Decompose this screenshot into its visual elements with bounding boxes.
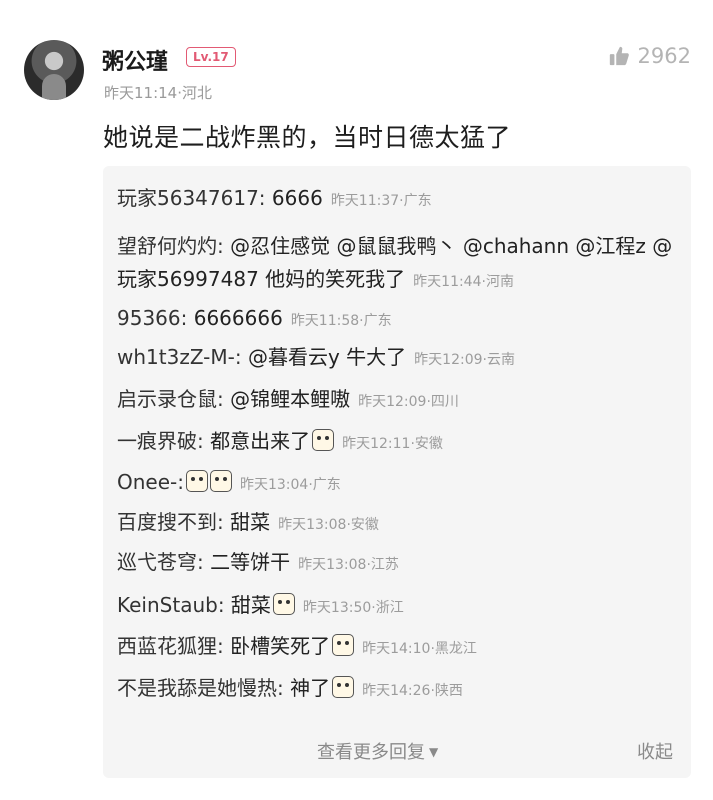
emoji-sticker-icon [332, 634, 355, 656]
reply-text: 甜菜 [223, 510, 271, 534]
reply-item[interactable]: 望舒何灼灼: @忍住感觉 @鼠鼠我鸭丶 @chahann @江程z @玩家569… [117, 230, 677, 299]
emoji-sticker-icon [312, 429, 335, 451]
reply-item[interactable]: Onee-: 昨天13:04·广东 [117, 466, 341, 502]
emoji-sticker-icon [185, 470, 208, 492]
comment-meta: 昨天11:14·河北 [104, 84, 212, 102]
reply-text: 6666666 [187, 306, 283, 330]
reply-text: @暮看云y 牛大了 [241, 345, 407, 369]
view-more-replies-button[interactable]: 查看更多回复 ▼ [317, 738, 438, 764]
reply-item[interactable]: 西蓝花狐狸: 卧槽笑死了 昨天14:10·黑龙江 [117, 630, 477, 666]
reply-author[interactable]: 95366: [117, 306, 187, 330]
reply-text: 6666 [265, 186, 323, 210]
reply-time: 昨天12:09·云南 [414, 352, 515, 368]
reply-text: 神了 [283, 676, 331, 700]
comment-text: 她说是二战炸黑的，当时日德太猛了 [103, 123, 512, 152]
level-badge: Lv.17 [186, 47, 236, 67]
reply-text: 都意出来了 [203, 429, 311, 453]
reply-author[interactable]: 不是我舔是她慢热: [117, 676, 284, 700]
reply-item[interactable]: 一痕界破: 都意出来了 昨天12:11·安徽 [117, 425, 443, 461]
reply-author[interactable]: wh1t3zZ-M-: [117, 345, 242, 369]
reply-item[interactable]: 不是我舔是她慢热: 神了 昨天14:26·陕西 [117, 672, 463, 708]
reply-time: 昨天11:37·广东 [330, 193, 432, 209]
reply-author[interactable]: 启示录仓鼠: [117, 387, 224, 411]
emoji-sticker-icon [272, 593, 295, 615]
reply-author[interactable]: 西蓝花狐狸: [117, 634, 224, 658]
reply-text: 二等饼干 [203, 550, 291, 574]
reply-item[interactable]: 巡弋苍穹: 二等饼干 昨天13:08·江苏 [117, 546, 399, 582]
reply-author[interactable]: Onee-: [117, 470, 184, 494]
reply-time: 昨天12:11·安徽 [342, 436, 443, 452]
reply-time: 昨天14:26·陕西 [362, 683, 463, 699]
reply-author[interactable]: 一痕界破: [117, 429, 204, 453]
reply-time: 昨天13:08·安徽 [278, 517, 379, 533]
reply-time: 昨天12:09·四川 [358, 394, 459, 410]
reply-item[interactable]: 95366: 6666666 昨天11:58·广东 [117, 302, 392, 338]
reply-text: 甜菜 [224, 593, 271, 617]
emoji-sticker-icon [209, 470, 232, 492]
reply-author[interactable]: 百度搜不到: [117, 510, 224, 534]
like-count: 2962 [637, 44, 691, 68]
reply-author[interactable]: KeinStaub: [117, 593, 225, 617]
reply-time: 昨天14:10·黑龙江 [362, 641, 477, 657]
reply-item[interactable]: 启示录仓鼠: @锦鲤本鲤嗷 昨天12:09·四川 [117, 383, 459, 419]
thumbs-up-icon [609, 46, 629, 66]
avatar[interactable] [24, 40, 84, 100]
reply-time: 昨天13:08·江苏 [298, 557, 399, 573]
reply-time: 昨天13:50·浙江 [302, 600, 404, 616]
reply-text: 卧槽笑死了 [223, 634, 331, 658]
reply-time: 昨天11:58·广东 [290, 313, 392, 329]
chevron-down-icon: ▼ [429, 745, 439, 759]
reply-item[interactable]: 百度搜不到: 甜菜 昨天13:08·安徽 [117, 506, 379, 542]
reply-time: 昨天13:04·广东 [239, 477, 341, 493]
like-button[interactable]: 2962 [608, 44, 691, 68]
reply-item[interactable]: 玩家56347617: 6666 昨天11:37·广东 [117, 182, 432, 218]
reply-text: @锦鲤本鲤嗷 [223, 387, 351, 411]
reply-item[interactable]: wh1t3zZ-M-: @暮看云y 牛大了 昨天12:09·云南 [117, 341, 515, 377]
username[interactable]: 粥公瑾 [102, 44, 168, 76]
reply-author[interactable]: 巡弋苍穹: [117, 550, 204, 574]
reply-item[interactable]: KeinStaub: 甜菜 昨天13:50·浙江 [117, 589, 404, 625]
reply-list: 玩家56347617: 6666 昨天11:37·广东 望舒何灼灼: @忍住感觉 … [103, 166, 691, 778]
reply-author[interactable]: 玩家56347617: [117, 186, 266, 210]
emoji-sticker-icon [332, 676, 355, 698]
view-more-label: 查看更多回复 [317, 742, 425, 763]
reply-time: 昨天11:44·河南 [413, 274, 514, 290]
reply-author[interactable]: 望舒何灼灼: [117, 234, 224, 258]
collapse-button[interactable]: 收起 [637, 738, 673, 764]
